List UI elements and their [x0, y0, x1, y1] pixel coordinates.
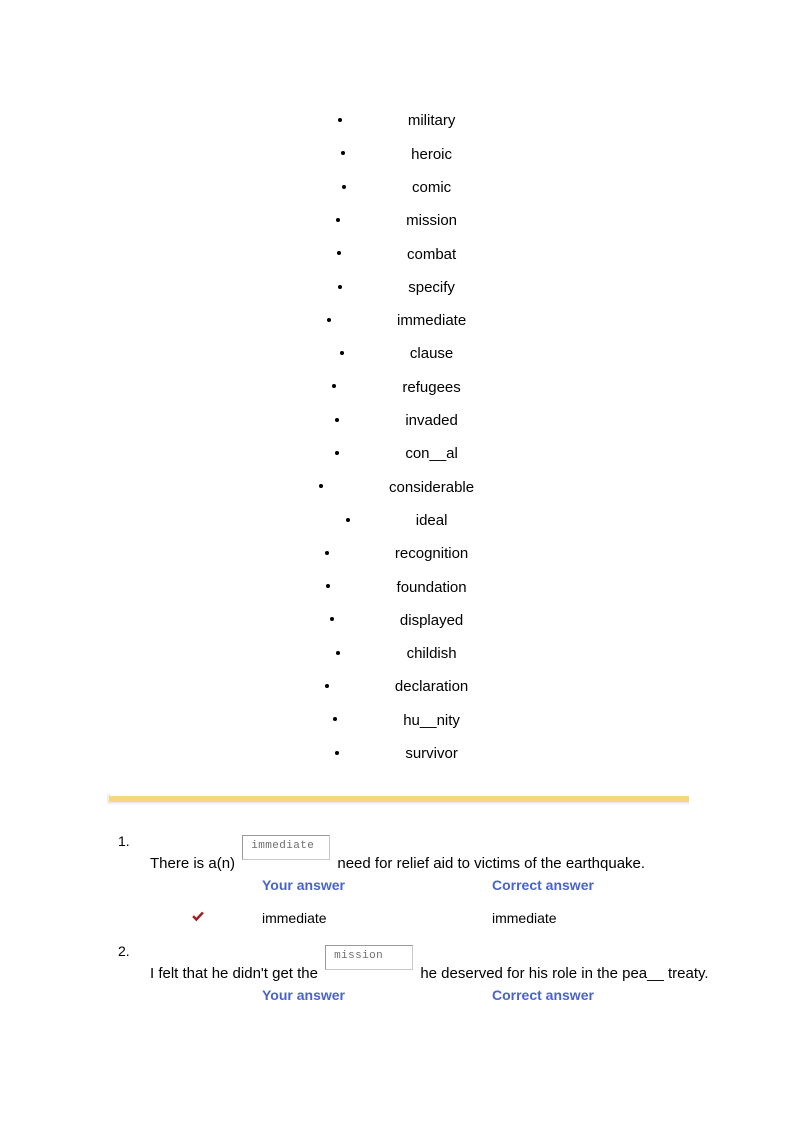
bullet-icon — [333, 717, 338, 722]
question-text-before: There is a(n) — [150, 855, 236, 872]
answer-headers-row: Your answer Correct answer — [0, 986, 793, 1006]
vocabulary-word: specify — [408, 278, 455, 296]
question-sentence: There is a(n) immediate need for relief … — [150, 835, 646, 874]
vocabulary-word: military — [407, 112, 456, 130]
vocabulary-word: immediate — [396, 312, 467, 330]
vocabulary-word: mission — [406, 212, 458, 230]
bullet-icon — [335, 451, 340, 455]
correct-answer-value: immediate — [492, 910, 557, 926]
list-item: invaded — [0, 404, 793, 437]
bullet-icon — [326, 317, 331, 322]
list-item: clause — [0, 337, 793, 370]
list-item: comic — [0, 171, 793, 204]
bullet-icon — [324, 684, 329, 689]
list-item: foundation — [0, 570, 793, 603]
bullet-icon — [336, 251, 341, 256]
your-answer-header: Your answer — [262, 877, 345, 893]
vocabulary-word: clause — [409, 345, 454, 363]
vocabulary-word: combat — [406, 245, 457, 263]
vocabulary-word: declaration — [394, 678, 469, 696]
bullet-icon — [326, 584, 331, 589]
list-item: survivor — [0, 737, 793, 770]
question-text-after: need for relief aid to victims of the ea… — [337, 855, 646, 872]
bullet-icon — [345, 517, 350, 522]
your-answer-value: immediate — [262, 910, 327, 926]
correct-answer-header: Correct answer — [492, 987, 594, 1003]
vocabulary-word: childish — [406, 645, 457, 663]
bullet-icon — [332, 384, 337, 389]
bullet-icon — [335, 750, 340, 755]
bullet-icon — [337, 118, 342, 123]
divider-bar — [109, 796, 689, 802]
vocabulary-word: considerable — [389, 478, 475, 496]
vocabulary-word: displayed — [399, 611, 464, 629]
list-item: recognition — [0, 537, 793, 570]
list-item: con__al — [0, 437, 793, 470]
answer-input-1[interactable]: immediate — [242, 835, 331, 860]
bullet-icon — [324, 550, 329, 555]
answer-input-2[interactable]: mission — [325, 945, 414, 970]
question-number: 1. — [118, 833, 130, 849]
vocabulary-word: comic — [412, 178, 452, 196]
list-item: ideal — [0, 504, 793, 537]
question-text-after: he deserved for his role in the pea__ tr… — [420, 965, 709, 982]
list-item: refugees — [0, 370, 793, 403]
list-item: specify — [0, 270, 793, 303]
vocabulary-word: hu__nity — [403, 711, 460, 729]
list-item: displayed — [0, 603, 793, 636]
check-icon — [190, 909, 206, 925]
vocabulary-list-section: military heroic comic mission combat spe… — [0, 104, 793, 770]
vocabulary-word: ideal — [415, 511, 448, 529]
list-item: declaration — [0, 670, 793, 703]
question-text-before: I felt that he didn't get the — [150, 965, 318, 982]
vocabulary-word: invaded — [405, 412, 458, 430]
list-item: combat — [0, 237, 793, 270]
question-number: 2. — [118, 943, 130, 959]
answer-headers-row: Your answer Correct answer — [0, 876, 793, 896]
list-item: hu__nity — [0, 703, 793, 736]
vocabulary-word: recognition — [394, 545, 469, 563]
bullet-icon — [341, 184, 346, 189]
bullet-icon — [335, 217, 340, 222]
answer-input-value: mission — [334, 950, 384, 962]
answer-input-value: immediate — [251, 840, 315, 852]
bullet-icon — [340, 151, 345, 156]
vocabulary-word: refugees — [402, 378, 461, 396]
vocabulary-word: survivor — [405, 745, 458, 763]
bullet-icon — [336, 650, 341, 655]
list-item: mission — [0, 204, 793, 237]
vocabulary-list: military heroic comic mission combat spe… — [0, 104, 793, 770]
vocabulary-word: heroic — [411, 145, 453, 163]
list-item: considerable — [0, 470, 793, 503]
bullet-icon — [329, 617, 334, 622]
bullet-icon — [318, 484, 323, 489]
section-divider — [107, 793, 689, 807]
bullet-icon — [339, 351, 344, 356]
vocabulary-word: con__al — [405, 445, 458, 463]
bullet-icon — [338, 284, 343, 289]
vocabulary-word: foundation — [396, 578, 467, 596]
list-item: military — [0, 104, 793, 137]
question-sentence: I felt that he didn't get the mission he… — [150, 945, 709, 984]
your-answer-header: Your answer — [262, 987, 345, 1003]
list-item: immediate — [0, 304, 793, 337]
list-item: heroic — [0, 137, 793, 170]
correct-answer-header: Correct answer — [492, 877, 594, 893]
list-item: childish — [0, 637, 793, 670]
answer-values-row: immediate immediate — [0, 909, 793, 929]
bullet-icon — [335, 417, 340, 422]
